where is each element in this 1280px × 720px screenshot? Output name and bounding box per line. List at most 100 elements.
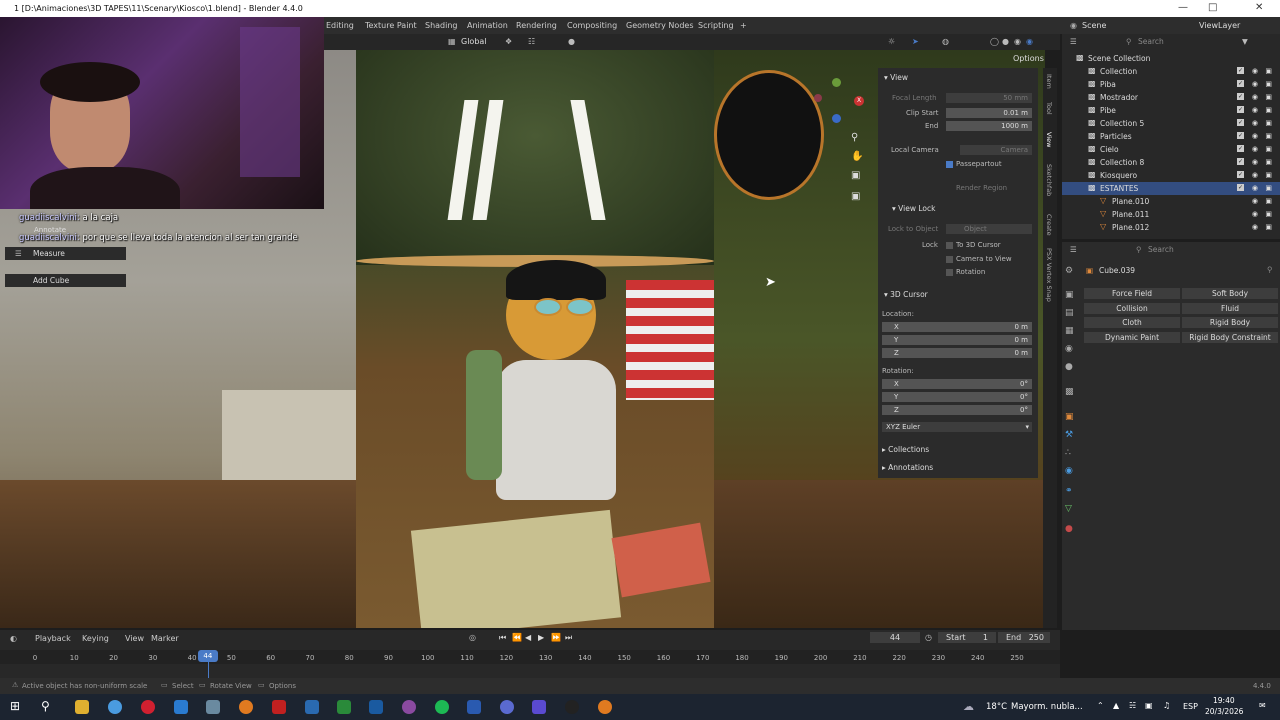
checkbox-icon[interactable]: ✓ [1237, 158, 1244, 165]
eye-icon[interactable]: ◉ [1252, 132, 1258, 140]
proportional-edit-icon[interactable]: ● [568, 37, 575, 46]
tab-psx-vertex-snap[interactable]: PSX Vertex Snap [1045, 248, 1053, 302]
render-region-label[interactable]: Render Region [956, 184, 1007, 192]
play-icon[interactable]: ▶ [538, 633, 544, 642]
camera-icon[interactable]: ▣ [1265, 184, 1272, 192]
chrome-icon[interactable] [108, 700, 122, 714]
viewlayer-selector[interactable]: ViewLayer [1199, 21, 1240, 30]
dynamic-paint-button[interactable]: Dynamic Paint [1084, 332, 1180, 343]
list-item[interactable]: ▽ Plane.011 ◉ ▣ [1062, 208, 1280, 221]
app-icon[interactable] [532, 700, 546, 714]
minimize-icon[interactable]: — [1178, 2, 1188, 13]
scene-icon[interactable]: ◉ [1065, 344, 1073, 354]
camera-icon[interactable]: ▣ [1265, 145, 1272, 153]
eye-icon[interactable]: ◉ [1252, 210, 1258, 218]
lock-to-object-field[interactable]: Object [946, 224, 1032, 234]
eye-icon[interactable]: ◉ [1252, 67, 1258, 75]
rotation-mode-dropdown[interactable]: XYZ Euler ▾ [882, 422, 1032, 432]
cloth-button[interactable]: Cloth [1084, 317, 1180, 328]
view-lock-header[interactable]: ▾ View Lock [892, 204, 935, 213]
tab-editing[interactable]: Editing [326, 21, 354, 30]
collision-button[interactable]: Collision [1084, 303, 1180, 314]
list-item[interactable]: ▩ Collection 8 ✓ ◉ ▣ [1062, 156, 1280, 169]
cursor-rotation-z[interactable]: Z 0° [882, 405, 1032, 415]
wireframe-shading-icon[interactable]: ◯ [990, 37, 999, 46]
list-item[interactable]: ▩ ESTANTES ✓ ◉ ▣ [1062, 182, 1280, 195]
menu-view[interactable]: View [125, 634, 144, 643]
eye-icon[interactable]: ◉ [1252, 223, 1258, 231]
maximize-icon[interactable]: □ [1208, 2, 1217, 13]
3d-cursor-header[interactable]: ▾ 3D Cursor [884, 290, 928, 299]
rigid-body-button[interactable]: Rigid Body [1182, 317, 1278, 328]
spotify-icon[interactable] [435, 700, 449, 714]
next-keyframe-icon[interactable]: ⏩ [551, 633, 561, 642]
lock-icon[interactable]: ▣ [851, 191, 860, 202]
passepartout-toggle[interactable]: Passepartout [946, 160, 1002, 168]
end-frame-field[interactable]: End 250 [998, 632, 1050, 643]
collections-header[interactable]: ▸ Collections [882, 445, 929, 454]
camera-icon[interactable]: ▣ [1265, 132, 1272, 140]
clip-start-field[interactable]: 0.01 m [946, 108, 1032, 118]
tab-tool[interactable]: Tool [1045, 102, 1053, 115]
close-icon[interactable]: ✕ [1255, 2, 1263, 13]
output-icon[interactable]: ▤ [1065, 308, 1074, 318]
cursor-rotation-x[interactable]: X 0° [882, 379, 1032, 389]
list-item[interactable]: ▩ Pibe ✓ ◉ ▣ [1062, 104, 1280, 117]
eye-icon[interactable]: ◉ [1252, 80, 1258, 88]
navigation-gizmo[interactable]: X [814, 78, 866, 128]
eye-icon[interactable]: ◉ [1252, 145, 1258, 153]
eye-icon[interactable]: ◉ [1252, 93, 1258, 101]
camera-icon[interactable]: ▣ [1265, 158, 1272, 166]
neg-x-axis-icon[interactable] [814, 94, 822, 102]
render-icon[interactable]: ▣ [1065, 290, 1074, 300]
checkbox-icon[interactable]: ✓ [1237, 80, 1244, 87]
outliner-editor-icon[interactable]: ☰ [1070, 37, 1077, 46]
wifi-icon[interactable]: ☵ [1129, 701, 1136, 710]
network-icon[interactable]: ▣ [1145, 701, 1153, 710]
checkbox-icon[interactable]: ✓ [1237, 145, 1244, 152]
chevron-up-icon[interactable]: ⌃ [1097, 701, 1104, 710]
properties-editor-icon[interactable]: ☰ [1070, 245, 1077, 254]
measure-tool[interactable]: ☰ Measure [5, 247, 126, 260]
clock-time[interactable]: 19:40 [1213, 696, 1235, 705]
camera-icon[interactable]: ▣ [1265, 197, 1272, 205]
app-icon[interactable] [272, 700, 286, 714]
overlay-icon[interactable]: ◍ [942, 37, 949, 46]
tab-texture-paint[interactable]: Texture Paint [365, 21, 417, 30]
particles-icon[interactable]: ∴ [1065, 448, 1071, 458]
camera-icon[interactable]: ▣ [1265, 210, 1272, 218]
list-item[interactable]: ▩ Particles ✓ ◉ ▣ [1062, 130, 1280, 143]
eye-icon[interactable]: ◉ [1252, 106, 1258, 114]
checkbox-icon[interactable]: ✓ [1237, 184, 1244, 191]
world-icon[interactable]: ● [1065, 362, 1073, 372]
eye-icon[interactable]: ◉ [1252, 171, 1258, 179]
current-frame-field[interactable]: 44 [870, 632, 920, 643]
checkbox-icon[interactable]: ✓ [1237, 171, 1244, 178]
start-frame-field[interactable]: Start 1 [938, 632, 996, 643]
pivot-icon[interactable]: ❖ [505, 37, 512, 46]
play-reverse-icon[interactable]: ◀ [525, 633, 531, 642]
add-cube-tool[interactable]: Add Cube [5, 274, 126, 287]
y-axis-icon[interactable] [832, 78, 841, 87]
x-axis-icon[interactable]: X [854, 96, 864, 106]
material-shading-icon[interactable]: ◉ [1014, 37, 1021, 46]
pycharm-icon[interactable] [337, 700, 351, 714]
usb-icon[interactable]: ▲ [1113, 701, 1119, 710]
list-item[interactable]: ▩ Cielo ✓ ◉ ▣ [1062, 143, 1280, 156]
camera-icon[interactable]: ▣ [1265, 67, 1272, 75]
tab-sketchfab[interactable]: Sketchfab [1045, 164, 1053, 196]
language-indicator[interactable]: ESP [1183, 702, 1198, 711]
list-item[interactable]: ▽ Plane.012 ◉ ▣ [1062, 221, 1280, 234]
annotations-header[interactable]: ▸ Annotations [882, 463, 933, 472]
camera-icon[interactable]: ▣ [1265, 80, 1272, 88]
fluid-button[interactable]: Fluid [1182, 303, 1278, 314]
outliner-search[interactable]: Search [1138, 37, 1164, 46]
gizmo-icon[interactable]: ➤ [912, 37, 919, 46]
tab-geometry-nodes[interactable]: Geometry Nodes [626, 21, 693, 30]
properties-search[interactable]: Search [1148, 245, 1174, 254]
obs-icon[interactable] [565, 700, 579, 714]
modifier-wrench-icon[interactable]: ⚒ [1065, 430, 1073, 440]
view-layer-icon[interactable]: ▦ [1065, 326, 1074, 336]
checkbox-icon[interactable]: ✓ [1237, 93, 1244, 100]
tab-shading[interactable]: Shading [425, 21, 458, 30]
